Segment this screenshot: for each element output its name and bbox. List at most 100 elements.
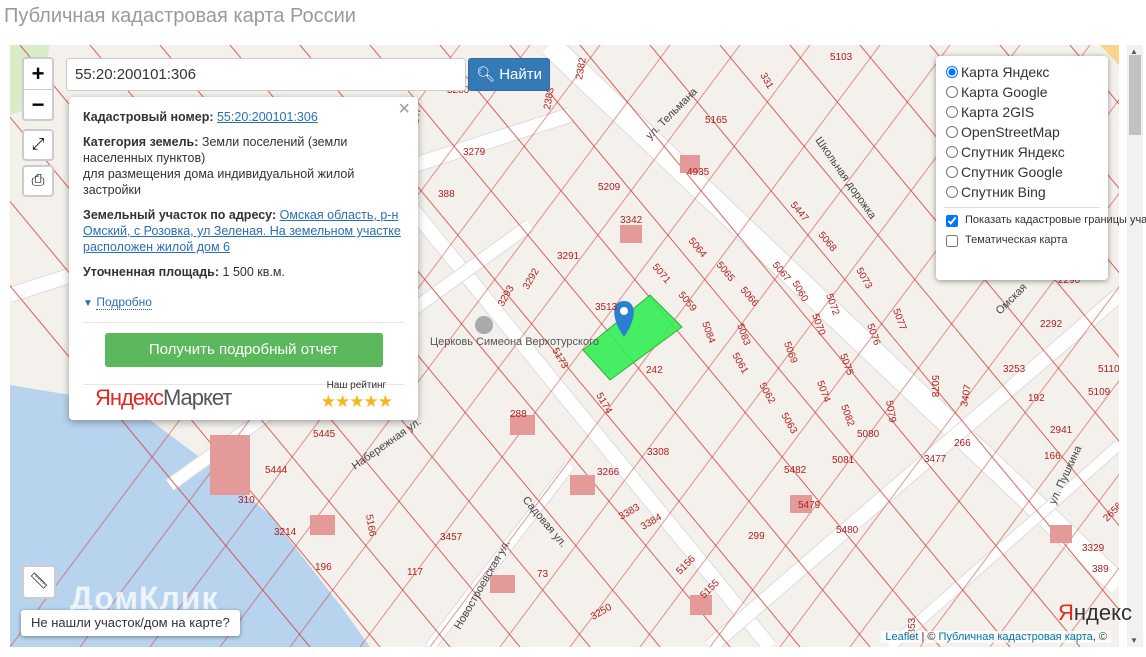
street-label: ул. Тельмана — [644, 85, 701, 142]
parcel-label: 5480 — [836, 525, 859, 536]
parcel-label: 3308 — [647, 447, 670, 458]
cadastral-link[interactable]: 55:20:200101:306 — [217, 110, 318, 124]
layer-option[interactable]: Карта Яндекс — [944, 62, 1100, 82]
layer-label: Карта Яндекс — [961, 64, 1050, 80]
caret-down-icon: ▼ — [83, 298, 93, 309]
building — [620, 225, 642, 243]
parcel-label: 5066 — [738, 285, 761, 309]
thematic-checkbox[interactable] — [946, 235, 958, 247]
layer-option[interactable]: Спутник Google — [944, 162, 1100, 182]
parcel-label: 3214 — [274, 527, 297, 538]
search-icon: 🔍︎ — [475, 66, 496, 83]
layer-option[interactable]: OpenStreetMap — [944, 122, 1100, 142]
layer-label: Спутник Google — [961, 164, 1063, 180]
church-icon — [475, 316, 493, 334]
parcel-label: 5064 — [686, 236, 709, 260]
parcel-label: 3250 — [589, 602, 614, 623]
parcel-label: 389 — [1092, 564, 1109, 575]
category-label: Категория земель: — [83, 135, 199, 149]
purpose-value: для размещения дома индивидуальной жилой… — [83, 167, 355, 197]
expand-icon: ⤢ — [31, 136, 45, 153]
layer-radio[interactable] — [946, 166, 958, 178]
zoom-in-button[interactable]: + — [24, 59, 52, 89]
parcel-popup: × Кадастровый номер: 55:20:200101:306 Ка… — [69, 97, 418, 420]
parcel-label: 73 — [537, 569, 549, 580]
more-link[interactable]: Подробно — [96, 295, 152, 310]
layer-option[interactable]: Карта Google — [944, 82, 1100, 102]
map-marker-dot — [620, 307, 628, 315]
leaflet-link[interactable]: Leaflet — [885, 631, 918, 643]
parcel-label: 5166 — [363, 514, 378, 538]
thematic-toggle[interactable]: Тематическая карта — [944, 233, 1100, 248]
zoom-out-button[interactable]: − — [24, 89, 52, 119]
parcel-label: 196 — [315, 562, 332, 573]
parcel-label: 5444 — [265, 465, 288, 476]
layer-option[interactable]: Спутник Яндекс — [944, 142, 1100, 162]
measure-button[interactable]: 📏︎ — [22, 565, 56, 599]
pkk-link[interactable]: Публичная кадастровая карта — [939, 631, 1093, 643]
parcel-label: 3292 — [521, 266, 542, 291]
layer-option[interactable]: Карта 2GIS — [944, 102, 1100, 122]
parcel-label: 5074 — [814, 379, 832, 404]
ruler-icon: 📏︎ — [28, 573, 50, 590]
parcel-label: 242 — [646, 365, 663, 376]
area-label: Уточненная площадь: — [83, 265, 220, 279]
parcel-label: 3342 — [620, 215, 643, 226]
scroll-down-icon[interactable]: ▼ — [1130, 636, 1138, 645]
find-button[interactable]: 🔍︎ Найти — [468, 58, 550, 91]
building — [1050, 525, 1072, 543]
not-found-button[interactable]: Не нашли участок/дом на карте? — [21, 610, 240, 636]
address-label: Земельный участок по адресу: — [83, 208, 277, 222]
parcel-label: 5068 — [816, 230, 839, 254]
parcel-label: 5075 — [837, 352, 855, 377]
yandex-logo: Яндекс — [1058, 600, 1132, 625]
parcel-label: 5078 — [929, 375, 940, 398]
parcel-label: 5077 — [890, 307, 908, 332]
scrollbar[interactable]: ▲ ▼ — [1127, 45, 1143, 647]
close-icon[interactable]: × — [398, 99, 410, 119]
layer-radio[interactable] — [946, 86, 958, 98]
parcel-label: 2941 — [1050, 425, 1073, 436]
parcel-label: 3477 — [924, 454, 947, 465]
building — [210, 435, 250, 495]
parcel-label: 117 — [407, 567, 423, 578]
street-label: Школьная дорожка — [813, 135, 879, 222]
parcel-label: 5479 — [798, 500, 821, 511]
layer-radio[interactable] — [946, 106, 958, 118]
rating: Наш рейтинг ★★★★★ — [321, 378, 393, 410]
parcel-label: 5209 — [598, 182, 621, 193]
report-button[interactable]: Получить подробный отчет — [104, 333, 383, 367]
fullscreen-button[interactable]: ⤢ — [22, 129, 54, 161]
show-borders-checkbox[interactable] — [946, 215, 958, 227]
parcel-label: 5059 — [676, 290, 699, 314]
building — [490, 575, 515, 593]
print-button[interactable]: ⎙ — [22, 165, 54, 197]
scroll-up-icon[interactable]: ▲ — [1130, 47, 1138, 56]
layer-label: OpenStreetMap — [961, 124, 1060, 140]
layer-radio[interactable] — [946, 186, 958, 198]
find-label: Найти — [499, 66, 543, 83]
layer-radio[interactable] — [946, 66, 958, 78]
yandex-market-logo[interactable]: ЯндексМаркет — [95, 387, 232, 409]
thematic-label: Тематическая карта — [965, 234, 1068, 246]
layer-option[interactable]: Спутник Bing — [944, 182, 1100, 202]
layer-radio[interactable] — [946, 126, 958, 138]
search-input[interactable]: 55:20:200101:306 — [66, 58, 466, 91]
parcel-label: 3457 — [440, 532, 463, 543]
parcel-label: 2292 — [1040, 319, 1063, 330]
parcel-label: 5079 — [883, 400, 898, 424]
parcel-label: 3383 — [617, 502, 642, 523]
parcel-label: 5061 — [729, 351, 750, 376]
parcel-label: 2656 — [1101, 500, 1119, 524]
layer-radio[interactable] — [946, 146, 958, 158]
parcel-label: 5073 — [853, 266, 874, 291]
parcel-label: 5165 — [705, 115, 728, 126]
parcel-label: 5082 — [838, 403, 856, 428]
parcel-label: 5445 — [313, 429, 336, 440]
parcel-label: 266 — [954, 438, 971, 449]
scrollbar-thumb[interactable] — [1129, 55, 1141, 135]
layer-label: Спутник Bing — [961, 184, 1046, 200]
parcel-label: 5084 — [699, 320, 717, 345]
parcel-label: 3266 — [597, 467, 620, 478]
show-borders-toggle[interactable]: Показать кадастровые границы участков — [944, 213, 1146, 228]
